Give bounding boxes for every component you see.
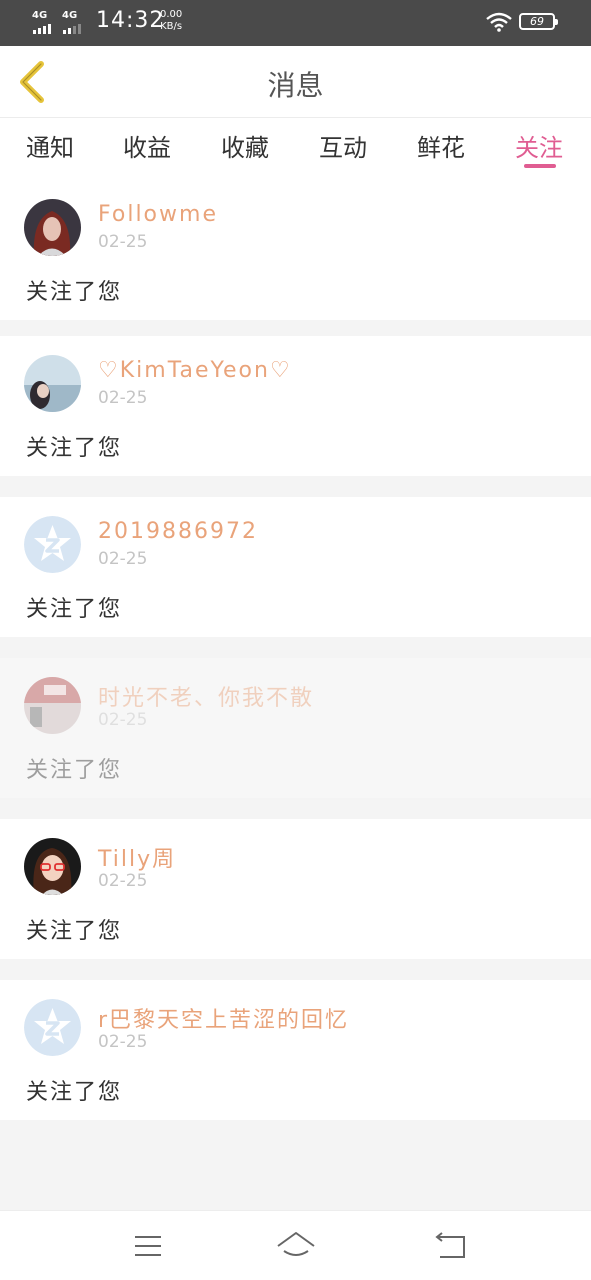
user-name[interactable]: r巴黎天空上苦涩的回忆: [98, 1002, 349, 1034]
notification-message: 关注了您: [26, 919, 123, 944]
speed-value: 0.00: [160, 9, 183, 20]
signal-icon-2: [63, 24, 81, 34]
list-item[interactable]: r巴黎天空上苦涩的回忆 02-25 关注了您: [0, 980, 591, 1120]
notification-message: 关注了您: [26, 436, 123, 461]
tab-earnings[interactable]: 收益: [123, 128, 171, 163]
system-nav-bar: [0, 1210, 591, 1280]
avatar[interactable]: [24, 677, 81, 734]
user-name[interactable]: Followme: [98, 202, 218, 227]
user-name[interactable]: 时光不老、你我不散: [98, 680, 314, 712]
page-title: 消息: [267, 69, 324, 102]
notification-date: 02-25: [98, 549, 148, 569]
avatar[interactable]: [24, 516, 81, 573]
avatar[interactable]: [24, 999, 81, 1056]
status-bar: 4G 4G 14:32 0.00 KB/s 69: [0, 0, 591, 46]
default-avatar-icon: [24, 999, 81, 1056]
notification-date: 02-25: [98, 232, 148, 252]
back-nav-button[interactable]: [432, 1229, 472, 1263]
notification-message: 关注了您: [26, 280, 123, 305]
battery-icon: 69: [519, 13, 558, 30]
tab-favorites[interactable]: 收藏: [221, 128, 269, 163]
notification-message: 关注了您: [26, 597, 123, 622]
notification-date: 02-25: [98, 871, 148, 891]
default-avatar-icon: [24, 516, 81, 573]
user-name[interactable]: 2019886972: [98, 519, 258, 544]
return-icon: [435, 1232, 465, 1258]
tab-bar: 通知 收益 收藏 互动 鲜花 关注: [0, 118, 591, 180]
network-type-1: 4G: [32, 10, 48, 21]
menu-button[interactable]: [128, 1229, 168, 1263]
signal-icon-1: [33, 24, 51, 34]
tab-flowers[interactable]: 鲜花: [417, 128, 465, 163]
notification-message: 关注了您: [26, 758, 123, 783]
tab-interaction[interactable]: 互动: [319, 128, 367, 163]
user-name[interactable]: ♡KimTaeYeon♡: [98, 358, 292, 383]
notification-date: 02-25: [98, 710, 148, 730]
menu-icon: [135, 1236, 161, 1256]
list-item[interactable]: 时光不老、你我不散 02-25 关注了您: [0, 658, 591, 798]
wifi-icon: [486, 12, 512, 32]
list-item[interactable]: Followme 02-25 关注了您: [0, 180, 591, 320]
home-icon: [277, 1232, 315, 1256]
clock: 14:32: [96, 8, 165, 33]
list-item[interactable]: ♡KimTaeYeon♡ 02-25 关注了您: [0, 336, 591, 476]
network-speed: 0.00 KB/s: [160, 9, 182, 33]
active-tab-indicator: [524, 164, 556, 168]
home-button[interactable]: [276, 1229, 316, 1263]
user-name[interactable]: Tilly周: [98, 841, 176, 873]
avatar[interactable]: [24, 199, 81, 256]
notification-date: 02-25: [98, 388, 148, 408]
tab-follow[interactable]: 关注: [515, 128, 563, 163]
avatar[interactable]: [24, 838, 81, 895]
list-item[interactable]: 2019886972 02-25 关注了您: [0, 497, 591, 637]
notification-message: 关注了您: [26, 1080, 123, 1105]
network-type-2: 4G: [62, 10, 78, 21]
notification-date: 02-25: [98, 1032, 148, 1052]
speed-unit: KB/s: [160, 21, 183, 32]
tab-notice[interactable]: 通知: [26, 128, 74, 163]
avatar[interactable]: [24, 355, 81, 412]
list-item[interactable]: Tilly周 02-25 关注了您: [0, 819, 591, 959]
app-header: 消息: [0, 46, 591, 118]
